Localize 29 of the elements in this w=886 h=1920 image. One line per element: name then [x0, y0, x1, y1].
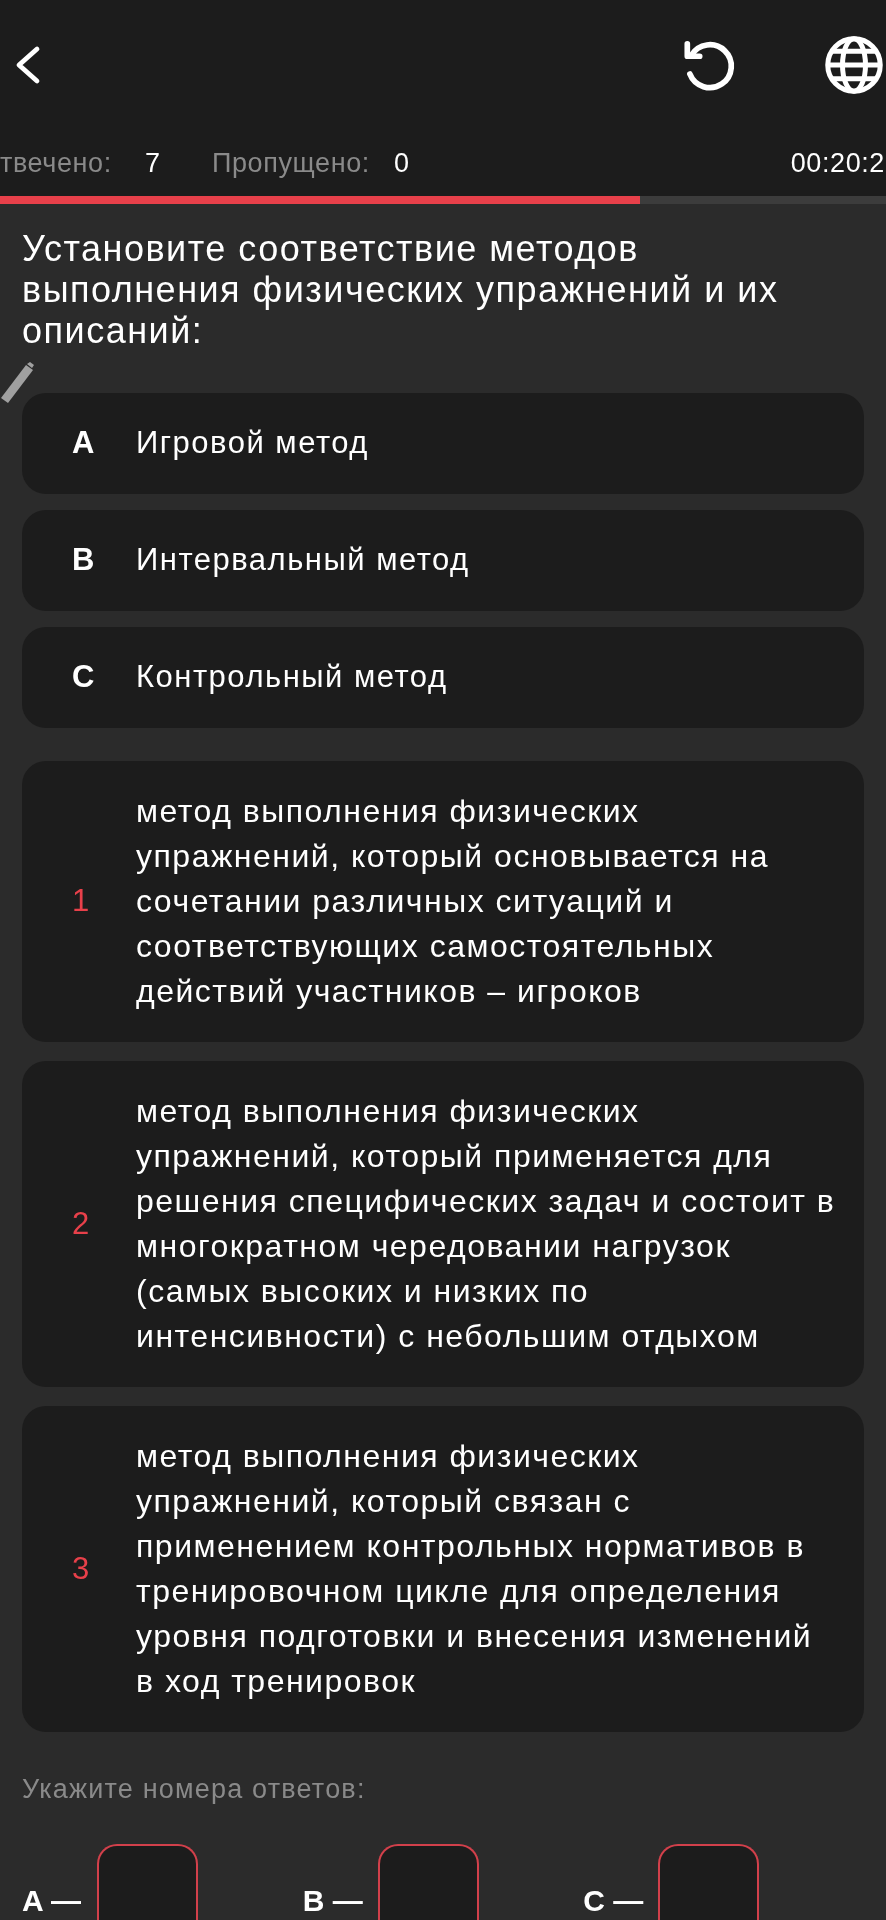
- skipped-label: Пропущено:: [212, 146, 371, 180]
- description-number: 1: [72, 882, 91, 921]
- globe-icon: [824, 35, 884, 95]
- description-text: метод выполнения физических упражнений, который основывается на сочетании различных ситуаций и соответствующих самостоятельных действий участников – игроков: [136, 792, 771, 1011]
- description-text: метод выполнения физических упражнений, который связан с применением контрольных нормативов в тренировочном цикле для определения уровня подготовки и внесения изменений в ход тренировок: [136, 1437, 814, 1701]
- option-letter: C: [72, 658, 96, 697]
- pencil-icon: [0, 362, 34, 404]
- answered-count: 7: [145, 146, 162, 180]
- timer: 00:20:2: [790, 146, 886, 180]
- answer-field[interactable]: [658, 1844, 760, 1920]
- answered-label: твечено:: [0, 146, 113, 180]
- description-number: 3: [72, 1549, 91, 1588]
- option-letter: B: [72, 541, 96, 580]
- answer-prompt: Укажите номера ответов:: [22, 1773, 367, 1806]
- option-text: Контрольный метод: [136, 658, 448, 697]
- skipped-count: 0: [394, 146, 410, 180]
- answer-label: B —: [302, 1883, 364, 1919]
- question-text: Установите соответствие методов выполнения физических упражнений и их описаний:: [22, 228, 780, 351]
- answer-label: A —: [22, 1883, 82, 1919]
- answer-field[interactable]: [97, 1844, 198, 1920]
- description-text: метод выполнения физических упражнений, который применяется для решения специфических задач и состоит в многократном чередовании нагрузок (самых высоких и низких по интенсивности) с небольшим отдыхом: [136, 1092, 836, 1356]
- back-icon: [15, 45, 41, 85]
- option-letter: A: [72, 424, 96, 463]
- answer-label: C —: [583, 1883, 645, 1919]
- language-button[interactable]: [824, 35, 884, 95]
- option-text: Интервальный метод: [136, 541, 470, 580]
- answer-field[interactable]: [377, 1844, 479, 1920]
- description-number: 2: [72, 1204, 91, 1243]
- option-text: Игровой метод: [136, 424, 369, 463]
